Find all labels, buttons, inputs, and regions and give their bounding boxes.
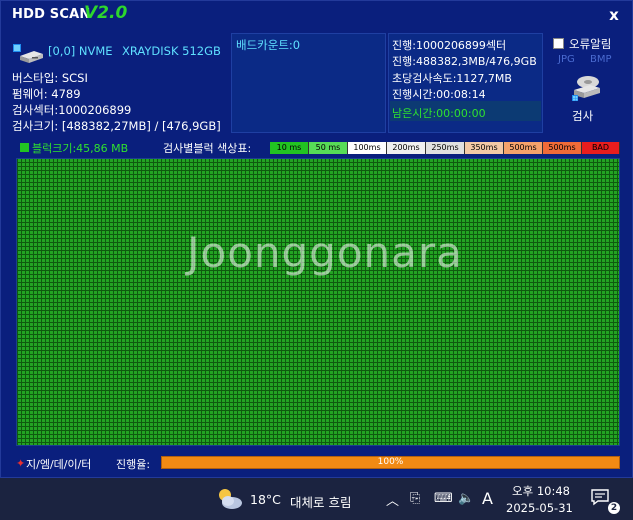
speaker-icon[interactable]: 🔈 [458,491,474,506]
app-version: V2.0 [84,3,128,23]
error-alarm-checkbox[interactable] [553,38,564,49]
legend-title: 검사별블럭 색상표: [163,142,252,155]
legend-item: BAD [582,142,620,154]
weather-cloud-icon[interactable] [216,486,244,512]
speed-legend: 10 ms 50 ms 100ms 200ms 250ms 350ms 500m… [270,142,620,154]
disk-drive-icon [12,42,44,68]
legend-item: 10 ms [270,142,309,154]
bus-type: 버스타입: SCSI [12,71,88,85]
clock-time[interactable]: 오후 10:48 [512,483,570,499]
elapsed-time: 진행시간:00:08:14 [392,88,486,101]
brand-star-icon: ✦ [16,457,26,470]
progress-label: 진행율: [116,458,151,471]
disk-id: [0,0] NVME [48,44,113,58]
scan-block-grid [16,158,620,446]
firmware: 펌웨어: 4789 [12,87,81,101]
brand-label: 지/엠/데/이/터 [26,458,92,471]
bad-count: 배드카운트:0 [236,38,301,52]
network-icon[interactable]: ⎘ [410,491,420,506]
bmp-option[interactable]: BMP [590,54,612,65]
progress-bar: 100% [161,456,620,469]
legend-item: 500ms [543,142,582,154]
block-size-swatch [20,143,29,152]
network-status-icon[interactable]: ⌨ [434,491,453,506]
disk-model: XRAYDISK 512GB [122,44,221,58]
progress-sectors: 진행:1000206899섹터 [392,39,507,52]
progress-bytes: 진행:488382,3MB/476,9GB [392,55,537,68]
legend-item: 250ms [426,142,465,154]
notification-icon[interactable] [590,488,610,506]
chevron-up-icon[interactable]: ︿ [386,490,399,509]
scan-sectors: 검사섹터:1000206899 [12,103,132,117]
jpg-option[interactable]: JPG [558,54,575,65]
scan-disk-icon[interactable] [570,72,602,106]
legend-item: 50 ms [309,142,348,154]
legend-item: 100ms [348,142,387,154]
legend-item: 350ms [465,142,504,154]
scan-size: 검사크기: [488382,27MB] / [476,9GB] [12,119,221,133]
block-size: 블럭크기:45,86 MB [32,142,129,155]
ime-indicator[interactable]: A [482,489,493,508]
progress-percent: 100% [377,457,404,467]
weather-condition[interactable]: 대체로 흐림 [290,492,351,511]
watermark: Joonggonara [187,228,463,277]
weather-temperature[interactable]: 18°C [250,492,281,507]
clock-date[interactable]: 2025-05-31 [506,501,573,515]
app-title: HDD SCAN [12,7,91,22]
close-button[interactable]: x [604,5,624,25]
notification-badge: 2 [608,502,620,514]
legend-item: 500ms [504,142,543,154]
legend-item: 200ms [387,142,426,154]
error-alarm-label: 오류알림 [569,37,612,51]
scan-button-label[interactable]: 검사 [572,108,593,124]
scan-speed: 초당검사속도:1127,7MB [392,72,512,85]
remaining-time: 남은시간:00:00:00 [392,107,486,120]
